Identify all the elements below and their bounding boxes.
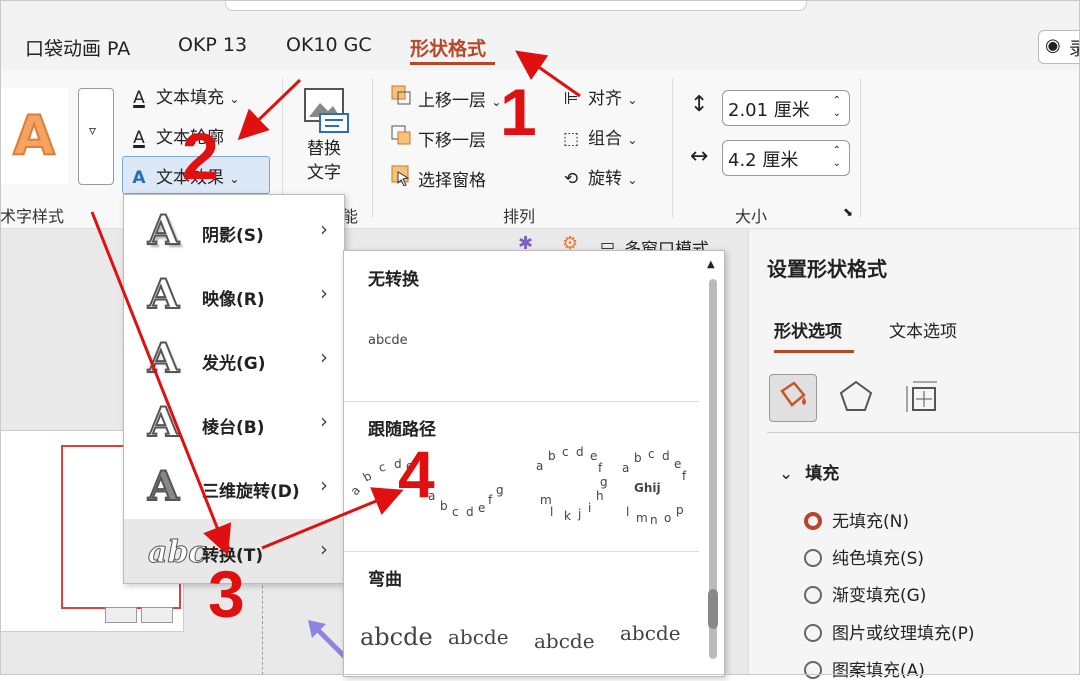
window-frame: [0, 0, 1080, 675]
